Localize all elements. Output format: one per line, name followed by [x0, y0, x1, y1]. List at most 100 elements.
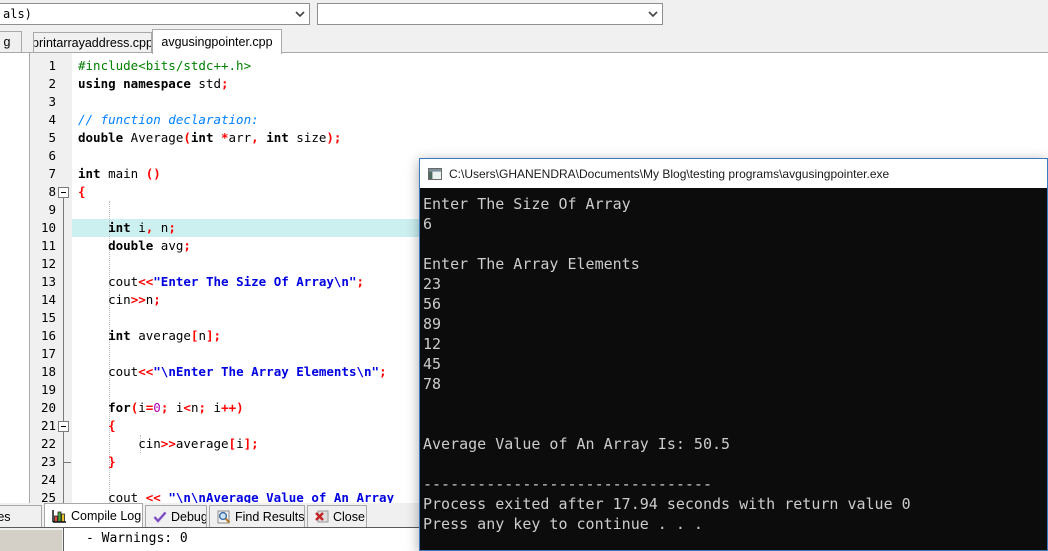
code-token: n — [198, 328, 206, 343]
code-token: << — [145, 490, 161, 503]
console-line: Enter The Array Elements — [423, 255, 640, 273]
code-token: >> — [130, 292, 146, 307]
code-token: ; — [221, 76, 229, 91]
code-token: ; — [168, 220, 176, 235]
dock-tab-label: g — [3, 35, 11, 49]
console-line: Average Value of An Array Is: 50.5 — [423, 435, 731, 453]
tab-label: printarrayaddress.cpp — [33, 35, 152, 50]
fold-collapse-box[interactable] — [58, 187, 69, 198]
tab-printarrayaddress[interactable]: printarrayaddress.cpp — [33, 32, 152, 53]
code-token: << — [138, 274, 154, 289]
code-token: cin — [78, 436, 161, 451]
tab-close[interactable]: Close — [307, 505, 367, 527]
code-line: double Average(int *arr, int size); — [72, 129, 1048, 147]
tab-label: Compile Log — [71, 508, 142, 523]
project-panel[interactable] — [0, 53, 30, 503]
code-token: cin — [78, 292, 131, 307]
code-token: [ — [228, 436, 237, 451]
code-token: // function declaration: — [78, 112, 259, 127]
toolbar: als) — [0, 0, 1048, 27]
console-output[interactable]: Enter The Size Of Array 6 Enter The Array… — [420, 188, 1047, 550]
console-line: -------------------------------- — [423, 475, 712, 493]
code-token: ); — [326, 130, 342, 145]
code-token: ; — [198, 400, 206, 415]
code-token: Average — [123, 130, 184, 145]
chevron-down-icon[interactable] — [644, 10, 662, 18]
report-left-block — [0, 530, 62, 551]
console-line: 12 — [423, 335, 442, 353]
code-token: double — [108, 238, 154, 253]
code-token: i — [130, 220, 146, 235]
chevron-down-icon[interactable] — [291, 10, 309, 18]
left-dock-tab[interactable]: g — [0, 31, 22, 53]
tab-label: Debug — [171, 509, 207, 524]
code-token: i — [138, 400, 146, 415]
code-token: int — [78, 166, 101, 181]
tab-compile-log[interactable]: Compile Log — [44, 503, 143, 527]
tab-find-results[interactable]: Find Results — [209, 505, 305, 527]
console-line: 56 — [423, 295, 442, 313]
ide-window: als) g printarrayaddress.cpp avgusingpoi… — [0, 0, 1048, 551]
fold-collapse-box[interactable] — [58, 421, 69, 432]
fold-margin[interactable] — [30, 53, 72, 503]
code-token: average — [175, 436, 229, 451]
code-token: () — [145, 166, 161, 181]
code-token: i — [236, 436, 244, 451]
console-line: Press any key to continue . . . — [423, 515, 703, 533]
editor-tab-bar: g printarrayaddress.cpp avgusingpointer.… — [0, 27, 1048, 54]
tab-label: Find Results — [235, 509, 305, 524]
code-token: int — [266, 130, 289, 145]
tab-resources-partial[interactable]: ources — [0, 505, 42, 527]
code-token: double — [78, 130, 124, 145]
class-browser-combo[interactable]: als) — [0, 3, 310, 25]
tab-avgusingpointer[interactable]: avgusingpointer.cpp — [152, 29, 282, 54]
code-token: i — [168, 400, 184, 415]
code-token: 0 — [153, 400, 161, 415]
code-token: average — [130, 328, 191, 343]
code-token: cout — [78, 490, 146, 503]
member-browser-combo[interactable] — [317, 3, 663, 25]
code-token: "\n\nAverage Value of An Array — [168, 490, 395, 503]
code-token: } — [108, 454, 116, 469]
code-token: cout — [78, 274, 139, 289]
code-token: { — [108, 418, 116, 433]
console-line: 23 — [423, 275, 442, 293]
console-title-bar[interactable]: C:\Users\GHANENDRA\Documents\My Blog\tes… — [420, 159, 1047, 188]
console-app-icon — [428, 167, 442, 180]
code-token: , — [251, 130, 259, 145]
code-token: "Enter The Size Of Array\n" — [153, 274, 357, 289]
combo-value: als) — [3, 7, 32, 21]
code-token: avg — [153, 238, 184, 253]
console-line: 45 — [423, 355, 442, 373]
code-token: n — [153, 220, 169, 235]
code-token: ; — [183, 238, 191, 253]
search-icon — [217, 510, 231, 524]
tab-label: avgusingpointer.cpp — [161, 35, 273, 49]
fold-end-tick — [63, 462, 71, 463]
console-line: Enter The Size Of Array — [423, 195, 631, 213]
code-token: < — [183, 400, 191, 415]
tab-debug[interactable]: Debug — [145, 505, 207, 527]
code-token: i — [206, 400, 222, 415]
code-line: #include<bits/stdc++.h> — [72, 57, 1048, 75]
code-token: ++) — [221, 400, 244, 415]
tab-label: Close — [333, 509, 365, 524]
code-token: size — [288, 130, 327, 145]
code-token: ]; — [205, 328, 222, 343]
code-token: using namespace — [78, 76, 191, 91]
code-token: "\nEnter The Array Elements\n" — [153, 364, 380, 379]
console-line: Process exited after 17.94 seconds with … — [423, 495, 911, 513]
code-token: << — [138, 364, 154, 379]
console-window[interactable]: C:\Users\GHANENDRA\Documents\My Blog\tes… — [419, 158, 1048, 551]
code-token: * — [221, 130, 229, 145]
code-token: std — [190, 76, 221, 91]
code-token: ( — [183, 130, 191, 145]
code-token: >> — [160, 436, 176, 451]
